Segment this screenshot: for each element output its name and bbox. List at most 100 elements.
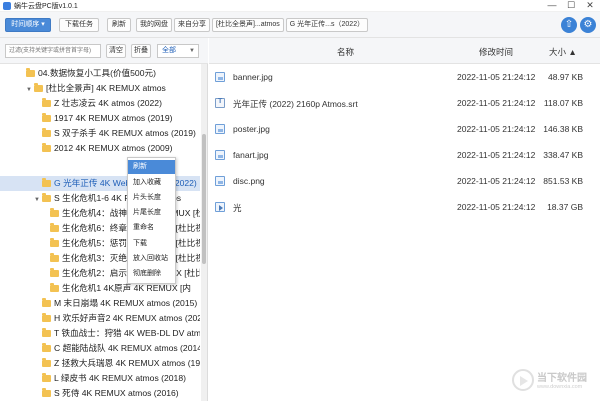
video-file-icon [215, 202, 225, 212]
menu-item-intro-length[interactable]: 片头长度 [128, 191, 175, 205]
folder-icon [42, 388, 51, 397]
folder-icon [42, 343, 51, 352]
column-header-date[interactable]: 修改时间 [479, 46, 513, 58]
sort-order-dropdown[interactable]: 时间顺序 ▾ [5, 18, 51, 32]
breadcrumb-item[interactable]: G 光年正传...s（2022） [285, 18, 369, 32]
filter-select-value: 全部 [162, 47, 176, 54]
clear-button[interactable]: 清空 [106, 44, 126, 58]
tree-node[interactable]: C 超能陆战队 4K REMUX atmos (2014) [42, 341, 200, 356]
breadcrumb-item[interactable]: [杜比全景声]...atmos [212, 18, 284, 32]
menu-item-recycle[interactable]: 放入回收站 [128, 252, 175, 266]
folder-icon [42, 193, 51, 202]
menu-item-rename[interactable]: 重命名 [128, 221, 175, 235]
folder-icon [42, 128, 51, 137]
column-header-name[interactable]: 名称 [337, 46, 354, 58]
tree-node[interactable]: 生化危机6：终章 4K REMUX [杜比视界 [50, 221, 200, 236]
scrollbar-thumb[interactable] [202, 134, 206, 264]
folder-icon [42, 373, 51, 382]
folder-icon [34, 83, 43, 92]
watermark: 当下软件园 www.downxia.com [512, 367, 598, 395]
folder-icon [50, 208, 59, 217]
menu-item-delete-permanently[interactable]: 彻底删除 [128, 267, 175, 281]
sort-ascending-icon: ▲ [568, 47, 577, 57]
file-row[interactable]: 光 2022-11-05 21:24:12 18.37 GB [209, 194, 589, 220]
folder-icon [50, 223, 59, 232]
folder-icon [42, 313, 51, 322]
menu-item-outro-length[interactable]: 片尾长度 [128, 206, 175, 220]
file-row[interactable]: disc.png 2022-11-05 21:24:12 851.53 KB [209, 168, 589, 194]
folder-icon [26, 68, 35, 77]
chevron-down-icon: ▾ [41, 21, 45, 28]
tree-node[interactable]: ▼ [杜比全景声] 4K REMUX atmos [26, 81, 166, 96]
window-title: 蜗牛云盘PC版v1.0.1 [14, 3, 78, 10]
file-row[interactable]: banner.jpg 2022-11-05 21:24:12 48.97 KB [209, 64, 589, 90]
breadcrumb-item[interactable]: 我的网盘 [136, 18, 172, 32]
menu-item-download[interactable]: 下载 [128, 237, 175, 251]
file-row[interactable]: fanart.jpg 2022-11-05 21:24:12 338.47 KB [209, 142, 589, 168]
collapse-button[interactable]: 折叠 [131, 44, 151, 58]
tree-node[interactable]: Z 壮志凌云 4K atmos (2022) [42, 96, 162, 111]
download-tasks-button[interactable]: 下载任务 [59, 18, 99, 32]
sort-order-label: 时间顺序 [11, 21, 40, 28]
tree-node[interactable]: 生化危机2：启示录 4K REMUX [杜比 [50, 266, 200, 281]
watermark-subtitle: www.downxia.com [537, 384, 583, 390]
toolbar: 时间顺序 ▾ 下载任务 刷新 我的网盘 来自分享 [杜比全景声]...atmos… [0, 12, 600, 38]
folder-icon [42, 328, 51, 337]
file-list-panel: 名称 修改时间 大小 ▲ banner.jpg 2022-11-05 21:24… [209, 38, 600, 401]
file-row[interactable]: poster.jpg 2022-11-05 21:24:12 146.38 KB [209, 116, 589, 142]
filter-input[interactable] [5, 44, 101, 58]
tree-node[interactable]: 04.数据恢复小工具(价值500元) [26, 66, 156, 81]
tree-node[interactable]: S 双子杀手 4K REMUX atmos (2019) [42, 126, 196, 141]
text-file-icon [215, 98, 225, 108]
tree-node[interactable]: M 末日崩塌 4K REMUX atmos (2015) [42, 296, 197, 311]
folder-icon [42, 358, 51, 367]
chevron-down-icon: ▼ [189, 48, 195, 54]
image-file-icon [215, 176, 225, 186]
tree-node[interactable]: 生化危机5：惩罚 4K REMUX [杜比视界 [50, 236, 200, 251]
watermark-title: 当下软件园 [537, 373, 587, 384]
tree-node[interactable]: 1917 4K REMUX atmos (2019) [42, 111, 172, 126]
file-list-header: 名称 修改时间 大小 ▲ [209, 38, 600, 64]
folder-icon [50, 283, 59, 292]
refresh-button[interactable]: 刷新 [107, 18, 131, 32]
image-file-icon [215, 150, 225, 160]
folder-icon [42, 98, 51, 107]
folder-icon [50, 268, 59, 277]
menu-item-add-favorite[interactable]: 加入收藏 [128, 176, 175, 190]
file-row[interactable]: 光年正传 (2022) 2160p Atmos.srt 2022-11-05 2… [209, 90, 589, 116]
folder-icon [42, 143, 51, 152]
minimize-button[interactable]: — [543, 0, 561, 12]
folder-icon [42, 298, 51, 307]
tree-node[interactable]: 2012 4K REMUX atmos (2009) [42, 141, 172, 156]
tree-node[interactable]: Z 拯救大兵瑞恩 4K REMUX atmos (1998) [42, 356, 200, 371]
folder-icon [42, 178, 51, 187]
tree-node[interactable]: S 死侍 4K REMUX atmos (2016) [42, 386, 179, 401]
folder-icon [50, 253, 59, 262]
image-file-icon [215, 72, 225, 82]
tree-node[interactable]: H 欢乐好声音2 4K REMUX atmos (2021) [42, 311, 200, 326]
tree-node[interactable]: 生化危机3：灭绝 4K REMUX [杜比视界 [50, 251, 200, 266]
upload-icon[interactable]: ⇧ [561, 17, 577, 33]
image-file-icon [215, 124, 225, 134]
expand-arrow-icon[interactable]: ▼ [26, 83, 34, 98]
app-logo-icon [3, 2, 11, 10]
breadcrumb: 我的网盘 来自分享 [杜比全景声]...atmos G 光年正传...s（202… [136, 18, 369, 32]
title-bar: 蜗牛云盘PC版v1.0.1 — ☐ ✕ [0, 0, 600, 12]
breadcrumb-item[interactable]: 来自分享 [174, 18, 210, 32]
folder-icon [50, 238, 59, 247]
tree-node[interactable]: L 绿皮书 4K REMUX atmos (2018) [42, 371, 186, 386]
folder-tree-panel: 清空 折叠 全部 ▼ 04.数据恢复小工具(价值500元) ▼[杜比全景声] 4… [0, 38, 208, 401]
menu-item-refresh[interactable]: 刷新 [128, 160, 175, 174]
filter-bar: 清空 折叠 全部 ▼ [0, 38, 208, 64]
folder-icon [42, 113, 51, 122]
tree-node[interactable]: T 铁血战士：狩猎 4K WEB-DL DV atmos ( [42, 326, 200, 341]
column-header-size[interactable]: 大小 ▲ [549, 46, 577, 58]
close-button[interactable]: ✕ [581, 0, 599, 12]
tree-scrollbar[interactable] [201, 64, 207, 401]
settings-icon[interactable]: ⚙ [580, 17, 596, 33]
watermark-logo-icon [512, 369, 534, 391]
filter-select[interactable]: 全部 ▼ [157, 44, 199, 58]
tree-node[interactable]: 生化危机4：战神再起 4K REMUX [杜比 [50, 206, 200, 221]
expand-arrow-icon[interactable]: ▼ [34, 193, 42, 208]
maximize-button[interactable]: ☐ [562, 0, 580, 12]
